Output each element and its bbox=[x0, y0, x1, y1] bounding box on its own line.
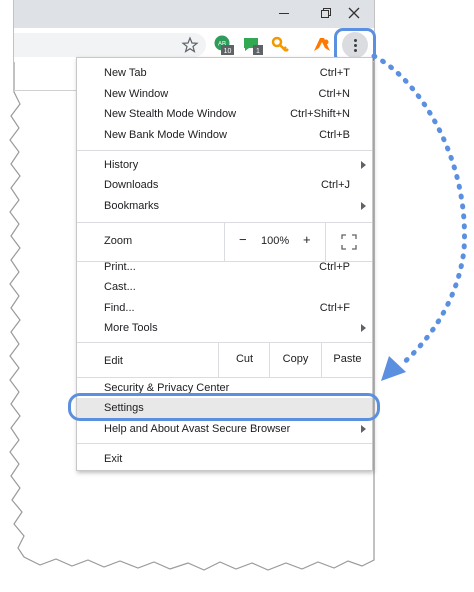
arrow-head-icon bbox=[381, 356, 406, 381]
annotation-arrow bbox=[371, 53, 467, 381]
